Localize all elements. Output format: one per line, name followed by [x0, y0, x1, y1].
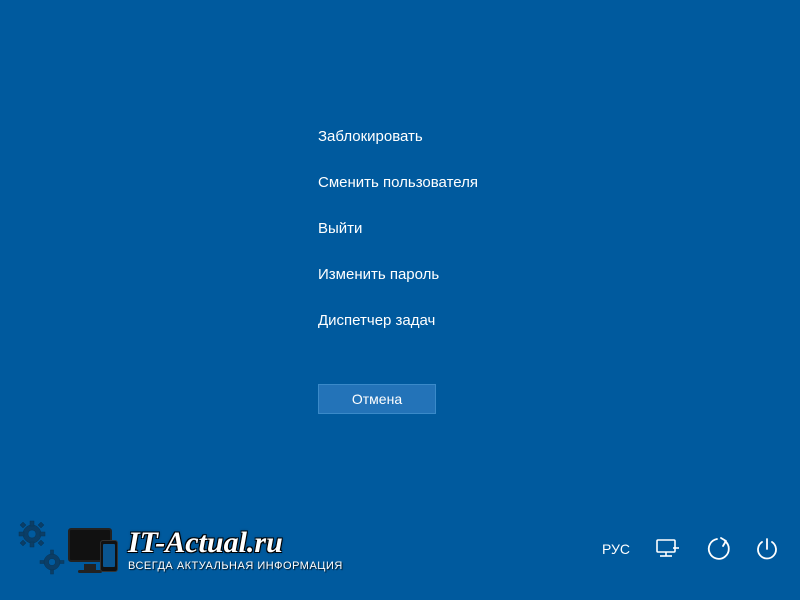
cancel-button[interactable]: Отмена — [318, 384, 436, 414]
gear-icon — [18, 520, 68, 580]
site-watermark: IT-Actual.ru ВСЕГДА АКТУАЛЬНАЯ ИНФОРМАЦИ… — [18, 520, 343, 580]
devices-icon — [62, 526, 122, 574]
ease-of-access-icon[interactable] — [704, 536, 730, 562]
language-indicator[interactable]: РУС — [602, 541, 630, 557]
task-manager-option[interactable]: Диспетчер задач — [318, 312, 478, 329]
network-icon[interactable] — [654, 538, 680, 560]
security-options-menu: Заблокировать Сменить пользователя Выйти… — [318, 128, 478, 358]
lock-option[interactable]: Заблокировать — [318, 128, 478, 145]
power-icon[interactable] — [754, 536, 780, 562]
change-password-option[interactable]: Изменить пароль — [318, 266, 478, 283]
watermark-subtitle: ВСЕГДА АКТУАЛЬНАЯ ИНФОРМАЦИЯ — [128, 560, 343, 572]
bottom-right-controls: РУС — [602, 536, 780, 562]
switch-user-option[interactable]: Сменить пользователя — [318, 174, 478, 191]
sign-out-option[interactable]: Выйти — [318, 220, 478, 237]
watermark-title: IT-Actual.ru — [128, 528, 343, 558]
